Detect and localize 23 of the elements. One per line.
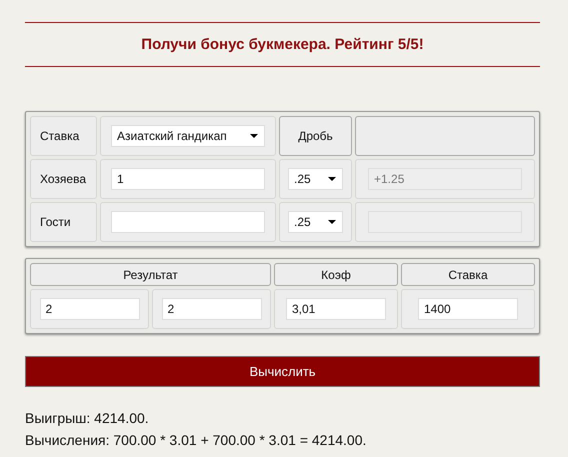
fraction-select[interactable]: .25	[288, 211, 343, 233]
table-cell: Ставка	[30, 116, 97, 156]
score-field[interactable]: 2	[162, 298, 262, 320]
table-header-cell: Дробь	[279, 116, 352, 156]
table-header-cell: Коэф	[274, 263, 398, 286]
caret-icon	[328, 220, 336, 224]
result-text: Вычисления: 700.00 * 3.01 + 700.00 * 3.01 = 4214.00.	[25, 431, 368, 450]
calculate-button[interactable]: Вычислить	[25, 356, 540, 387]
input-field[interactable]: 1	[111, 168, 265, 190]
result-text: Выигрыш: 4214.00.	[25, 409, 150, 428]
fraction-select[interactable]: .25	[288, 168, 343, 190]
bet-type-select[interactable]: Азиатский гандикап	[111, 125, 265, 147]
score-field[interactable]: 2	[40, 298, 140, 320]
caret-icon	[250, 134, 258, 138]
banner-title[interactable]: Получи бонус букмекера. Рейтинг 5/5!	[141, 36, 424, 53]
input-field[interactable]	[111, 211, 265, 233]
odds-field[interactable]: 3,01	[286, 298, 386, 320]
caret-icon	[328, 177, 336, 181]
table-cell: Хозяева	[30, 159, 97, 199]
stake-field[interactable]: 1400	[418, 298, 518, 320]
table-header-cell: Ставка	[401, 263, 535, 286]
table-header-cell: Результат	[30, 263, 271, 286]
table-cell: Гости	[30, 202, 97, 242]
